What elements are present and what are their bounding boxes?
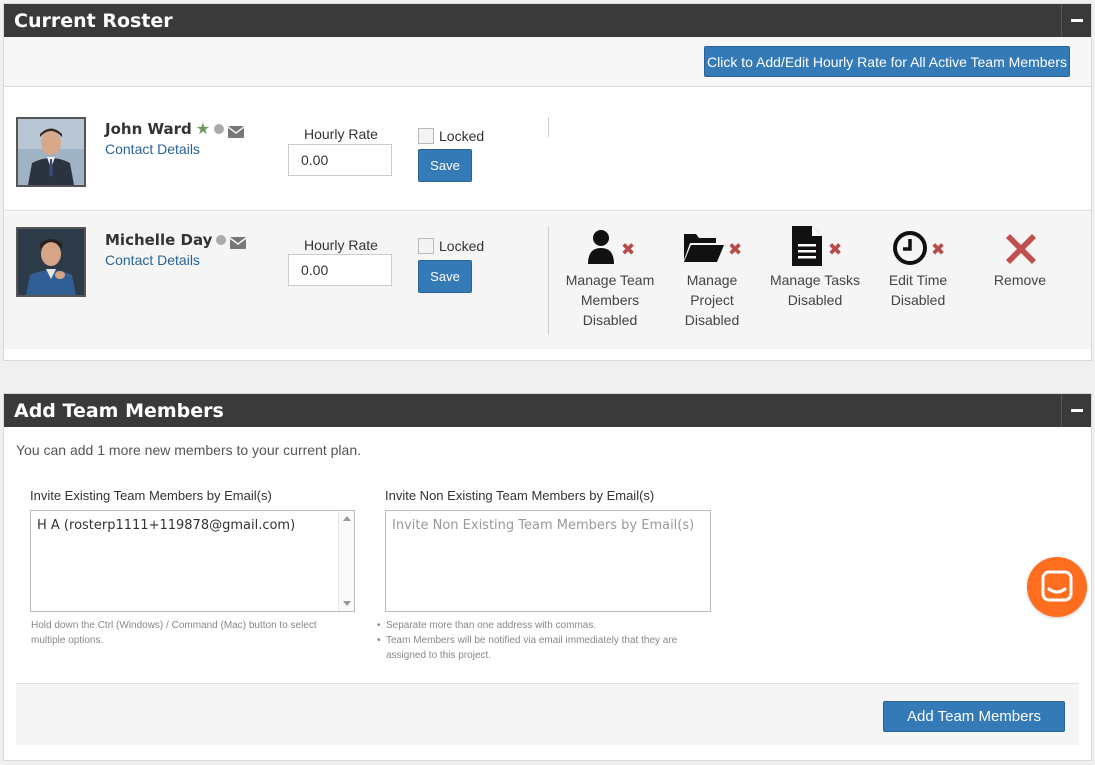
folder-open-icon: ✖ (662, 226, 762, 270)
roster-header: Current Roster (4, 4, 1091, 37)
envelope-icon[interactable] (227, 123, 245, 138)
document-icon: ✖ (764, 226, 866, 270)
hourly-rate-label: Hourly Rate (304, 126, 378, 142)
permission-label: Members (580, 292, 640, 308)
disabled-x-icon: ✖ (728, 240, 743, 260)
manage-team-members-permission[interactable]: ✖ Manage Team Members Disabled (560, 226, 660, 330)
edit-all-hourly-rates-button[interactable]: Click to Add/Edit Hourly Rate for All Ac… (704, 46, 1070, 77)
member-row-john-ward: John Ward ★ Contact Details Hourly Rate … (4, 88, 1091, 211)
plan-info-text: You can add 1 more new members to your c… (16, 442, 362, 458)
permission-status: Disabled (890, 292, 946, 308)
permission-label: Project (690, 292, 734, 308)
permission-status: Disabled (582, 312, 638, 328)
help-bullet: Team Members will be notified via email … (377, 633, 716, 648)
nonexisting-members-label: Invite Non Existing Team Members by Emai… (385, 488, 655, 503)
hourly-rate-label: Hourly Rate (304, 237, 378, 253)
current-roster-panel: Current Roster Click to Add/Edit Hourly … (3, 3, 1092, 361)
remove-member-button[interactable]: Remove (970, 226, 1070, 290)
permission-label: Manage Team (565, 272, 655, 288)
remove-icon (970, 226, 1070, 270)
avatar (16, 117, 86, 187)
member-row-michelle-day: Michelle Day Contact Details Hourly Rate… (4, 212, 1091, 349)
locked-label: Locked (439, 238, 485, 254)
clock-icon: ✖ (868, 226, 968, 270)
collapse-add-members-icon[interactable] (1061, 394, 1091, 427)
contact-details-link[interactable]: Contact Details (105, 252, 200, 268)
member-name-row: Michelle Day (105, 231, 247, 249)
disabled-x-icon: ✖ (621, 240, 636, 260)
save-button[interactable]: Save (418, 260, 472, 293)
star-icon: ★ (195, 119, 211, 138)
save-button[interactable]: Save (418, 149, 472, 182)
hourly-rate-input[interactable]: 0.00 (288, 254, 392, 286)
existing-members-select[interactable]: H A (rosterp1111+119878@gmail.com) (30, 510, 355, 612)
contact-details-link[interactable]: Contact Details (105, 141, 200, 157)
permission-label: Remove (993, 272, 1047, 288)
permission-status: Disabled (684, 312, 740, 328)
permission-label: Manage Tasks (769, 272, 860, 288)
chat-icon (1041, 570, 1073, 602)
edit-time-permission[interactable]: ✖ Edit Time Disabled (868, 226, 968, 310)
member-name: John Ward (105, 120, 192, 138)
locked-checkbox[interactable] (418, 238, 434, 254)
locked-checkbox[interactable] (418, 128, 434, 144)
divider (548, 227, 549, 335)
add-members-title: Add Team Members (14, 400, 224, 422)
permission-status: Disabled (787, 292, 843, 308)
chat-launcher-button[interactable] (1027, 557, 1087, 617)
status-dot-icon (214, 124, 225, 134)
locked-label: Locked (439, 128, 485, 144)
roster-title: Current Roster (14, 10, 173, 32)
avatar (16, 227, 86, 297)
status-dot-icon (216, 235, 227, 245)
nonexisting-members-textarea[interactable]: Invite Non Existing Team Members by Emai… (385, 510, 711, 612)
manage-project-permission[interactable]: ✖ Manage Project Disabled (662, 226, 762, 330)
help-bullet-continuation: assigned to this project. (386, 650, 492, 661)
selected-member-option[interactable]: H A (rosterp1111+119878@gmail.com) (37, 518, 295, 533)
add-members-header: Add Team Members (4, 394, 1091, 427)
permission-label: Edit Time (888, 272, 948, 288)
hourly-rate-input[interactable]: 0.00 (288, 144, 392, 176)
permission-label: Manage (686, 272, 738, 288)
user-icon: ✖ (560, 226, 660, 270)
collapse-roster-icon[interactable] (1061, 4, 1091, 37)
roster-toolbar: Click to Add/Edit Hourly Rate for All Ac… (4, 37, 1091, 87)
member-name-row: John Ward ★ (105, 119, 245, 138)
add-members-footer: Add Team Members (16, 683, 1079, 745)
divider (548, 117, 549, 137)
envelope-icon[interactable] (229, 234, 247, 249)
existing-members-help: Hold down the Ctrl (Windows) / Command (… (31, 620, 317, 646)
add-team-members-button[interactable]: Add Team Members (883, 701, 1065, 732)
existing-members-label: Invite Existing Team Members by Email(s) (30, 488, 272, 503)
textarea-placeholder: Invite Non Existing Team Members by Emai… (392, 518, 695, 533)
scrollbar[interactable] (338, 511, 354, 611)
member-name: Michelle Day (105, 231, 213, 249)
disabled-x-icon: ✖ (931, 240, 946, 260)
add-team-members-panel: Add Team Members You can add 1 more new … (3, 393, 1092, 761)
disabled-x-icon: ✖ (828, 240, 843, 260)
nonexisting-members-help: Separate more than one address with comm… (377, 618, 716, 663)
help-bullet: Separate more than one address with comm… (377, 618, 716, 633)
manage-tasks-permission[interactable]: ✖ Manage Tasks Disabled (764, 226, 866, 310)
